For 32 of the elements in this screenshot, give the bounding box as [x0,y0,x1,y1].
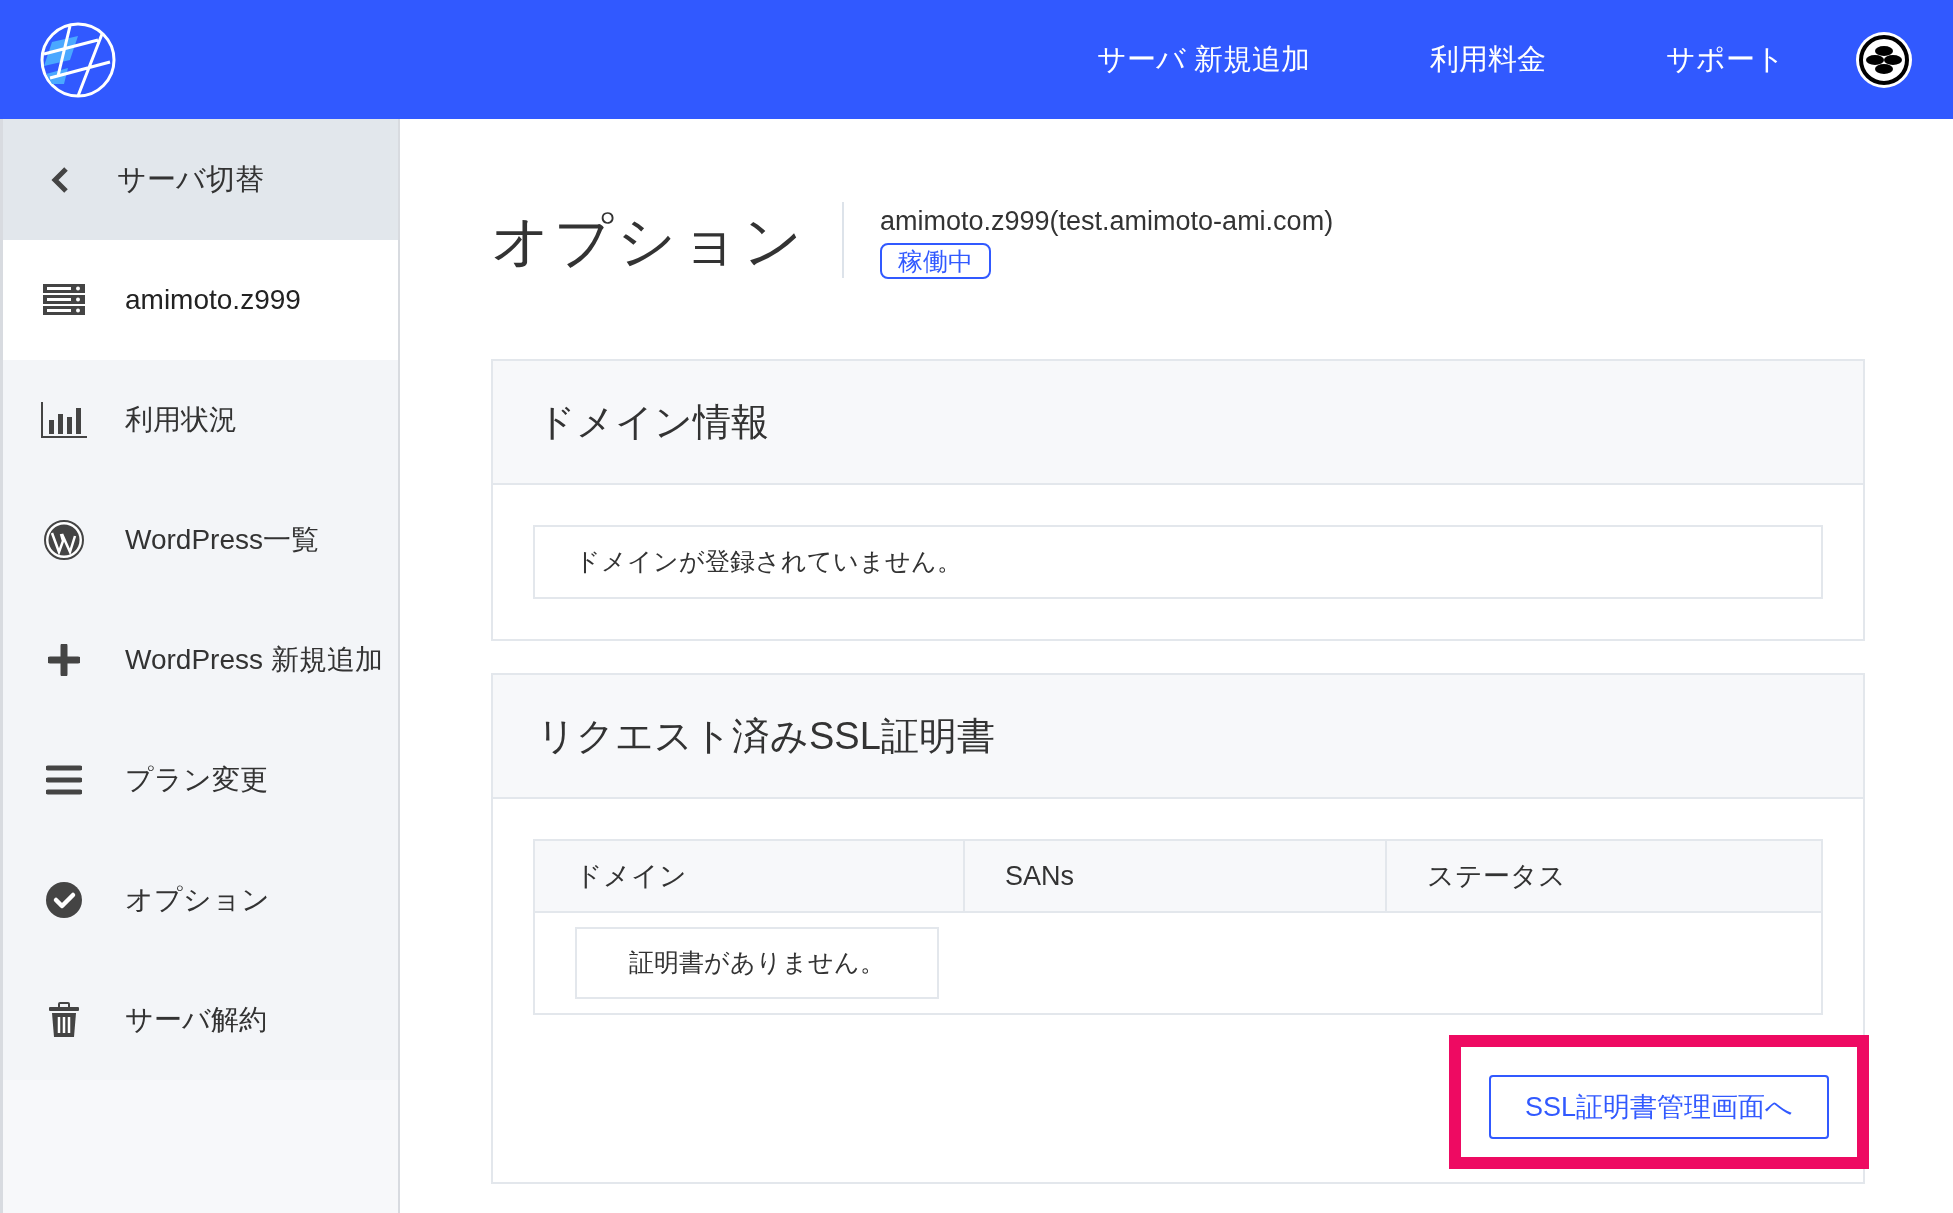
nav-link[interactable]: サポート [1666,37,1785,82]
status-badge: 稼働中 [880,243,991,280]
logo-icon[interactable] [40,21,116,98]
sidebar-item[interactable]: プラン変更 [3,720,398,840]
page-title: オプション [491,206,807,275]
chevron-left-icon [49,165,71,194]
check-circle-icon [46,882,82,918]
menu-icon [46,765,82,795]
ssl-management-button[interactable]: SSL証明書管理画面へ [1488,1075,1829,1139]
server-name: amimoto.z999(test.amimoto-ami.com) [880,204,1334,238]
plus-icon [48,644,80,676]
trash-icon [48,1002,80,1038]
sidebar-item[interactable]: WordPress 新規追加 [3,600,398,720]
column-header: ドメイン [574,859,688,893]
column-header: SANs [963,841,1385,911]
wordpress-icon [44,520,84,560]
back-button[interactable]: サーバ切替 [3,119,398,240]
empty-message: ドメインが登録されていません。 [533,525,1823,599]
sidebar-item[interactable]: amimoto.z999 [3,240,398,360]
nav-link[interactable]: サーバ 新規追加 [1096,37,1310,82]
server-icon [43,284,85,316]
sidebar-item[interactable]: 利用状況 [3,360,398,480]
sidebar-item[interactable]: オプション [3,840,398,960]
card-title: リクエスト済みSSL証明書 [493,675,1863,799]
card-title: ドメイン情報 [493,361,1863,485]
sidebar-item[interactable]: サーバ解約 [3,960,398,1080]
empty-message: 証明書がありません。 [575,927,939,999]
avatar-icon[interactable] [1855,30,1913,89]
bar-chart-icon [41,402,87,438]
sidebar-item[interactable]: WordPress一覧 [3,480,398,600]
column-header: ステータス [1385,841,1821,911]
nav-link[interactable]: 利用料金 [1430,37,1546,82]
